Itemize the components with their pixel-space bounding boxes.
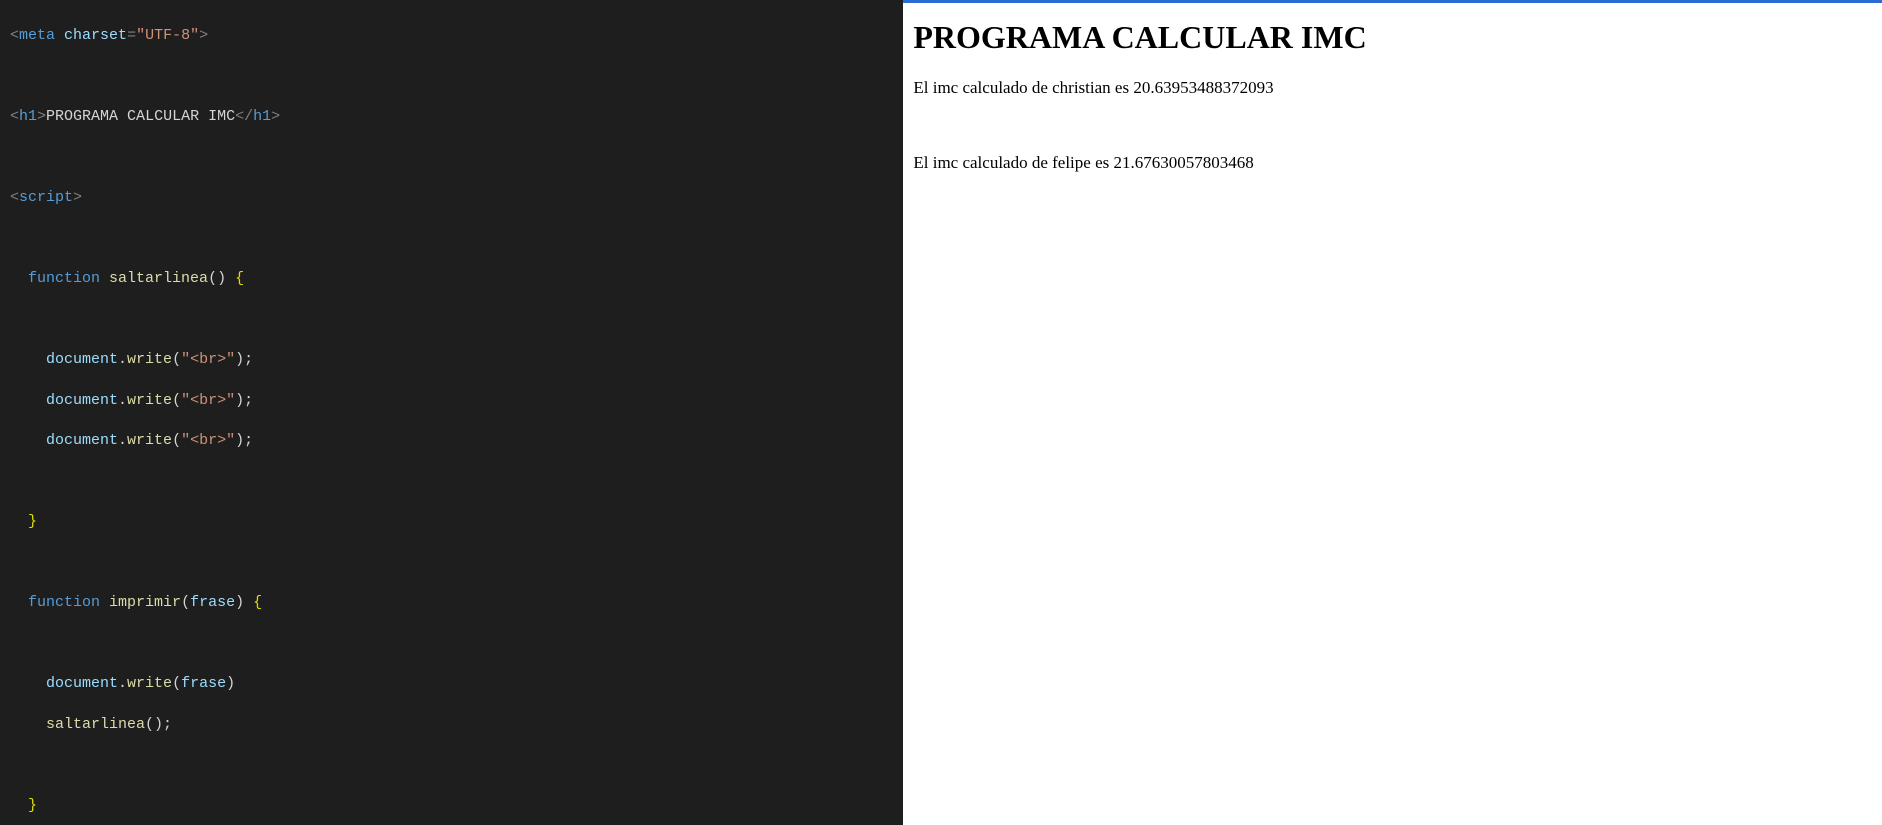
code-line <box>10 148 903 168</box>
code-line: document.write(frase) <box>10 674 903 694</box>
code-line <box>10 67 903 87</box>
code-line: function imprimir(frase) { <box>10 593 903 613</box>
code-line <box>10 229 903 249</box>
code-line: <script> <box>10 188 903 208</box>
code-line: document.write("<br>"); <box>10 350 903 370</box>
output-line: El imc calculado de felipe es 21.6763005… <box>913 153 1872 173</box>
code-line: document.write("<br>"); <box>10 431 903 451</box>
code-line <box>10 755 903 775</box>
code-line: <h1>PROGRAMA CALCULAR IMC</h1> <box>10 107 903 127</box>
preview-pane: PROGRAMA CALCULAR IMC El imc calculado d… <box>903 0 1882 825</box>
page-title: PROGRAMA CALCULAR IMC <box>913 19 1872 56</box>
code-line: } <box>10 512 903 532</box>
output-line: El imc calculado de christian es 20.6395… <box>913 78 1872 98</box>
code-line: } <box>10 796 903 816</box>
code-line <box>10 472 903 492</box>
code-line: saltarlinea(); <box>10 715 903 735</box>
code-line <box>10 634 903 654</box>
code-line <box>10 553 903 573</box>
code-editor[interactable]: <meta charset="UTF-8"> <h1>PROGRAMA CALC… <box>0 0 903 825</box>
code-line <box>10 310 903 330</box>
code-line: <meta charset="UTF-8"> <box>10 26 903 46</box>
code-line: function saltarlinea() { <box>10 269 903 289</box>
code-line: document.write("<br>"); <box>10 391 903 411</box>
